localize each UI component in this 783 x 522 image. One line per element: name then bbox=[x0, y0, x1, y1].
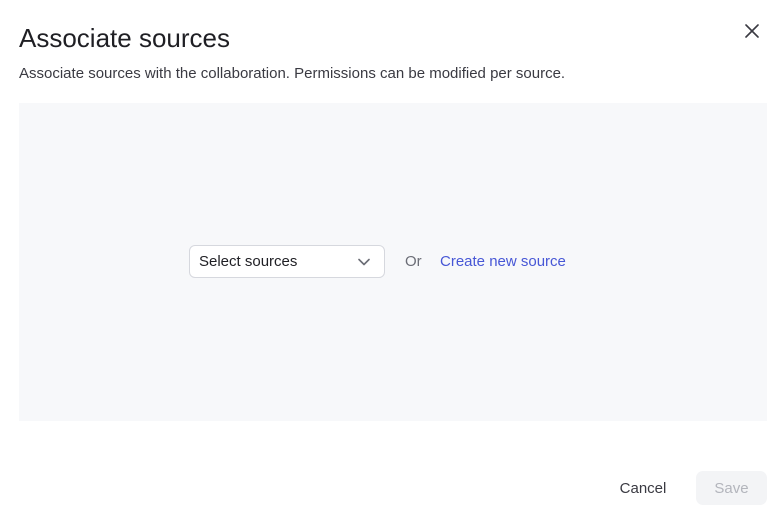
cancel-button[interactable]: Cancel bbox=[603, 471, 683, 505]
save-button[interactable]: Save bbox=[696, 471, 767, 505]
or-separator: Or bbox=[405, 253, 422, 270]
chevron-down-icon bbox=[357, 255, 371, 269]
close-icon bbox=[745, 24, 759, 38]
dialog-subtitle: Associate sources with the collaboration… bbox=[19, 65, 566, 82]
associate-sources-dialog: Associate sources Associate sources with… bbox=[0, 0, 783, 522]
create-new-source-link[interactable]: Create new source bbox=[440, 252, 566, 272]
sources-panel: Select sources Or Create new source bbox=[19, 103, 767, 421]
dialog-title: Associate sources bbox=[19, 23, 230, 53]
select-sources-label: Select sources bbox=[199, 253, 298, 270]
close-button[interactable] bbox=[740, 19, 764, 43]
select-sources-dropdown[interactable]: Select sources bbox=[189, 245, 385, 278]
